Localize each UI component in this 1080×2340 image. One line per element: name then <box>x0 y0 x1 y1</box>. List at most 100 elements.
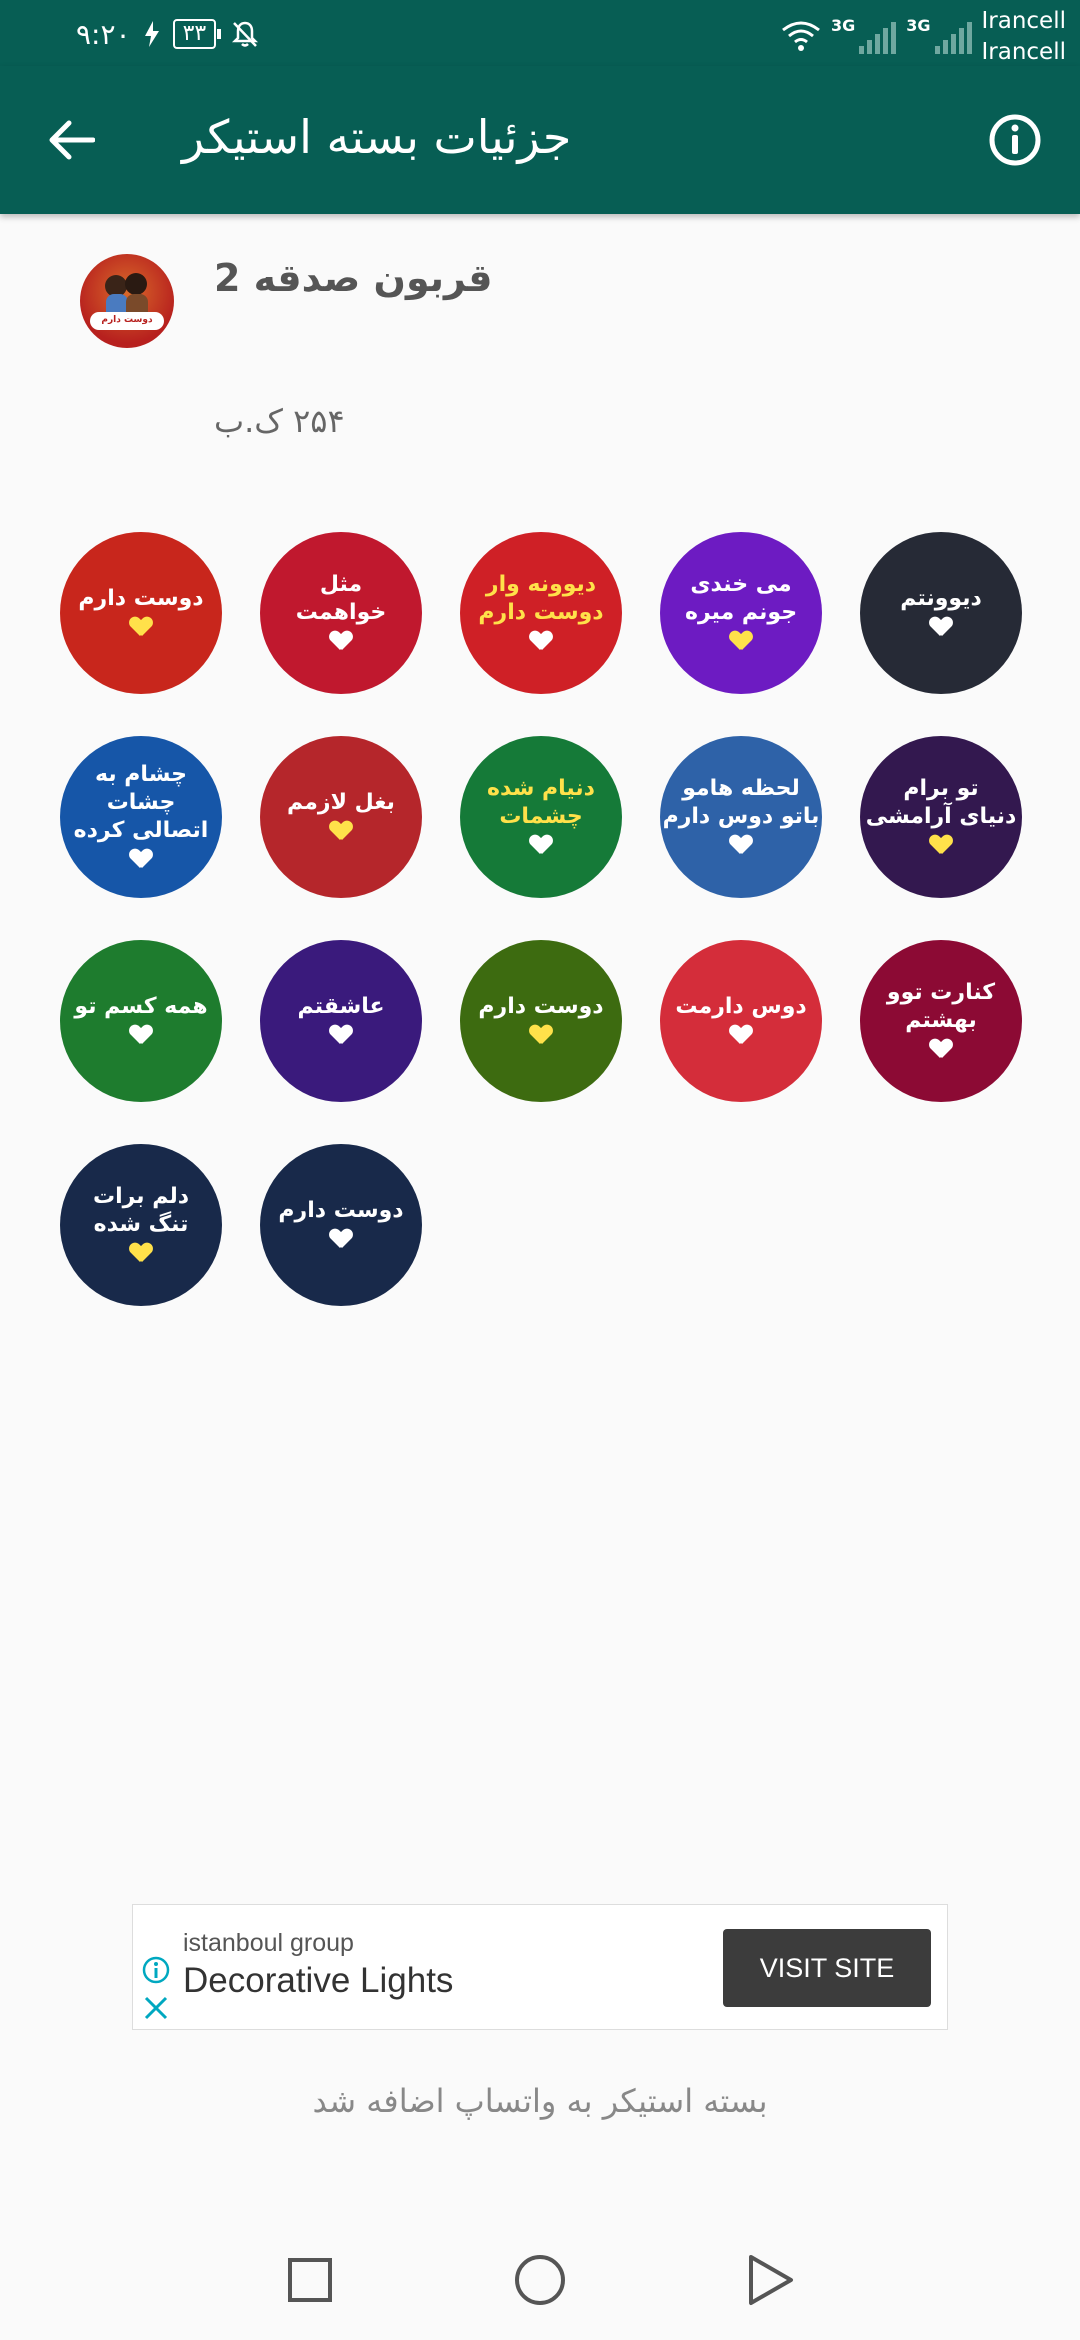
clock: ۹:۲۰ <box>76 17 131 51</box>
circle-icon <box>515 2255 565 2305</box>
sticker-text: دوست دارم <box>478 600 604 625</box>
network-type-1: 3G <box>830 16 856 35</box>
notifications-off-icon <box>232 21 259 47</box>
sticker-text: دلم برات <box>92 1184 190 1209</box>
heart-icon <box>330 821 352 841</box>
sticker-item[interactable]: می خندی جونم میره <box>660 532 822 694</box>
heart-icon <box>530 835 552 855</box>
sticker-text: خواهمت <box>295 600 387 625</box>
heart-icon <box>930 617 952 637</box>
signal-1-icon <box>859 14 897 54</box>
sticker-item[interactable]: عاشقتم <box>260 940 422 1102</box>
heart-icon <box>730 1025 752 1045</box>
sticker-text: چشمات <box>499 804 583 829</box>
triangle-back-icon <box>749 2255 793 2305</box>
sticker-text: همه کسم تو <box>74 994 208 1019</box>
status-left: ۹:۲۰ ۳۳ <box>76 14 260 54</box>
square-icon <box>288 2258 332 2302</box>
ad-banner[interactable]: istanboul group Decorative Lights VISIT … <box>132 1904 948 2030</box>
sticker-text: دیوونه وار <box>485 572 597 597</box>
back-button[interactable] <box>36 110 108 170</box>
pack-tray-icon: دوست دارم <box>80 254 174 348</box>
pack-name: قربون صدقه 2 <box>214 256 493 300</box>
network-type-2: 3G <box>906 16 931 35</box>
sticker-text: تو برام <box>903 776 979 801</box>
sticker-item[interactable]: چشام به چشات اتصالی کرده <box>60 736 222 898</box>
ad-info-icon[interactable] <box>141 1955 171 1985</box>
sticker-text: دنیام شده <box>487 776 595 801</box>
heart-icon <box>330 631 352 651</box>
sticker-item[interactable]: دلم برات تنگ شده <box>60 1144 222 1306</box>
sticker-text: کنارت توو <box>886 980 996 1005</box>
sticker-item[interactable]: دنیام شده چشمات <box>460 736 622 898</box>
sticker-item[interactable]: تو برام دنیای آرامشی <box>860 736 1022 898</box>
sticker-item[interactable]: دوست دارم <box>260 1144 422 1306</box>
heart-icon <box>130 849 152 869</box>
sticker-text: دوست دارم <box>278 1198 404 1223</box>
sticker-text: مثل <box>319 572 363 597</box>
heart-icon <box>130 1243 152 1263</box>
wifi-icon <box>782 21 820 51</box>
ad-headline[interactable]: Decorative Lights <box>183 1961 453 2001</box>
sticker-item[interactable]: دیوونتم <box>860 532 1022 694</box>
heart-icon <box>330 1025 352 1045</box>
ad-advertiser: istanboul group <box>183 1929 354 1957</box>
sticker-text: دوست دارم <box>478 994 604 1019</box>
sticker-text: دنیای آرامشی <box>865 804 1017 829</box>
arrow-left-icon <box>49 120 95 160</box>
sticker-text: چشام به چشات <box>95 762 187 815</box>
sticker-text: اتصالی کرده <box>73 818 209 843</box>
carrier-2: Irancell <box>981 39 1067 65</box>
info-icon <box>989 114 1041 166</box>
sticker-text: بغل لازمم <box>287 790 395 815</box>
sticker-item[interactable]: مثل خواهمت <box>260 532 422 694</box>
sticker-text: باتو دوس دارم <box>662 804 820 829</box>
sticker-item[interactable]: کنارت توو بهشتم <box>860 940 1022 1102</box>
app-bar: جزئیات بسته استیکر <box>0 66 1080 214</box>
heart-icon <box>730 631 752 651</box>
sticker-text: تنگ شده <box>93 1212 189 1237</box>
ad-visit-site-button[interactable]: VISIT SITE <box>723 1929 931 2007</box>
info-button[interactable] <box>980 110 1050 170</box>
heart-icon <box>930 835 952 855</box>
sticker-item[interactable]: دوس دارمت <box>660 940 822 1102</box>
heart-icon <box>330 1229 352 1249</box>
home-button[interactable] <box>510 2250 570 2310</box>
heart-icon <box>530 1025 552 1045</box>
sticker-item[interactable]: لحظه هامو باتو دوس دارم <box>660 736 822 898</box>
sticker-text: می خندی <box>690 572 792 597</box>
sticker-text: دوس دارمت <box>675 994 807 1019</box>
ad-close-icon[interactable] <box>141 1993 171 2023</box>
sticker-text: جونم میره <box>684 600 798 625</box>
page-title: جزئیات بسته استیکر <box>182 110 572 164</box>
carriers: Irancell Irancell <box>982 6 1067 68</box>
sticker-text: عاشقتم <box>297 994 385 1019</box>
pack-icon-label: دوست دارم <box>101 315 153 325</box>
heart-icon <box>930 1039 952 1059</box>
heart-icon <box>530 631 552 651</box>
signal-2-icon <box>934 14 972 54</box>
recents-button[interactable] <box>280 2250 340 2310</box>
carrier-1: Irancell <box>981 8 1067 34</box>
sticker-item[interactable]: دوست دارم <box>460 940 622 1102</box>
added-to-whatsapp-message: بسته استیکر به واتساپ اضافه شد <box>312 2082 768 2120</box>
heart-icon <box>130 1025 152 1045</box>
sticker-item[interactable]: بغل لازمم <box>260 736 422 898</box>
sticker-text: لحظه هامو <box>682 776 800 801</box>
heart-icon <box>130 617 152 637</box>
status-bar: ۹:۲۰ ۳۳ 3G 3G Irancell Irancell <box>0 0 1080 66</box>
charging-icon <box>144 21 159 47</box>
sticker-text: دوست دارم <box>78 586 204 611</box>
couple-icon <box>90 273 164 330</box>
sticker-item[interactable]: دیوونه وار دوست دارم <box>460 532 622 694</box>
battery-level: ۳۳ <box>172 19 221 49</box>
back-nav-button[interactable] <box>740 2250 800 2310</box>
heart-icon <box>730 835 752 855</box>
sticker-item[interactable]: دوست دارم <box>60 532 222 694</box>
navigation-bar <box>0 2220 1080 2340</box>
sticker-item[interactable]: همه کسم تو <box>60 940 222 1102</box>
status-right: 3G 3G Irancell Irancell <box>781 6 1066 68</box>
sticker-text: بهشتم <box>905 1008 977 1033</box>
pack-size: ۲۵۴ ک.ب <box>214 402 345 440</box>
sticker-text: دیوونتم <box>900 586 982 611</box>
